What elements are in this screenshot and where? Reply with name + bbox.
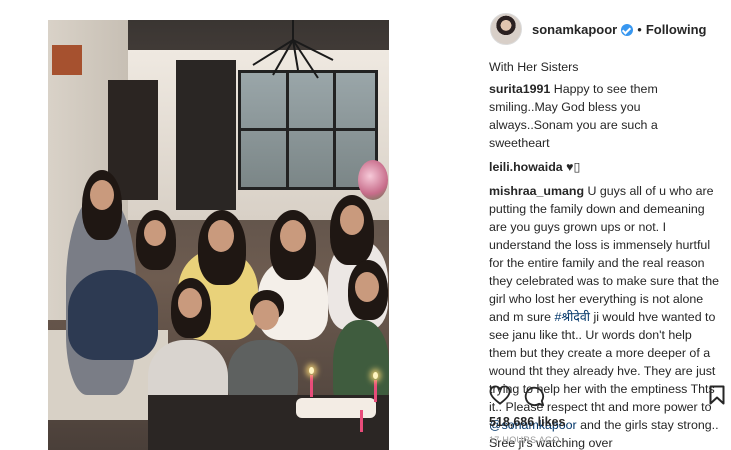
heart-outline-icon[interactable] <box>489 385 511 405</box>
comment-text: ♥▯ <box>566 160 581 174</box>
verified-badge-icon <box>621 24 634 36</box>
hashtag-link[interactable]: #श्रीदेवी <box>554 310 590 324</box>
comment: surita1991 Happy to see them smiling..Ma… <box>489 80 721 152</box>
comment-username-link[interactable]: mishraa_umang <box>489 184 584 198</box>
likes-count[interactable]: 518,686 likes <box>489 415 565 429</box>
comment-bubble-icon[interactable] <box>523 385 545 407</box>
post-caption: With Her Sisters <box>489 60 579 74</box>
photo-flowers <box>358 160 388 200</box>
instagram-post: sonamkapoor • Following With Her Sisters… <box>0 0 731 450</box>
username-link[interactable]: sonamkapoor <box>532 22 617 37</box>
comment-username-link[interactable]: surita1991 <box>489 82 550 96</box>
comment-username-link[interactable]: leili.howaida <box>489 160 563 174</box>
comment: leili.howaida ♥▯ <box>489 158 721 176</box>
post-photo[interactable] <box>48 20 389 450</box>
action-bar <box>489 383 729 411</box>
photo-shelf <box>176 60 236 210</box>
photo-cake <box>296 398 376 418</box>
bookmark-icon[interactable] <box>709 385 725 405</box>
photo-chandelier <box>252 20 334 79</box>
avatar[interactable] <box>490 13 522 45</box>
comment-text: U guys all of u who are putting the fami… <box>489 184 720 324</box>
photo-painting <box>52 45 82 75</box>
post-timestamp[interactable]: 17 HOURS AGO <box>489 435 560 445</box>
post-header: sonamkapoor • Following <box>490 10 731 48</box>
following-button[interactable]: Following <box>646 22 707 37</box>
photo-window <box>238 70 378 190</box>
separator-dot: • <box>637 21 642 37</box>
